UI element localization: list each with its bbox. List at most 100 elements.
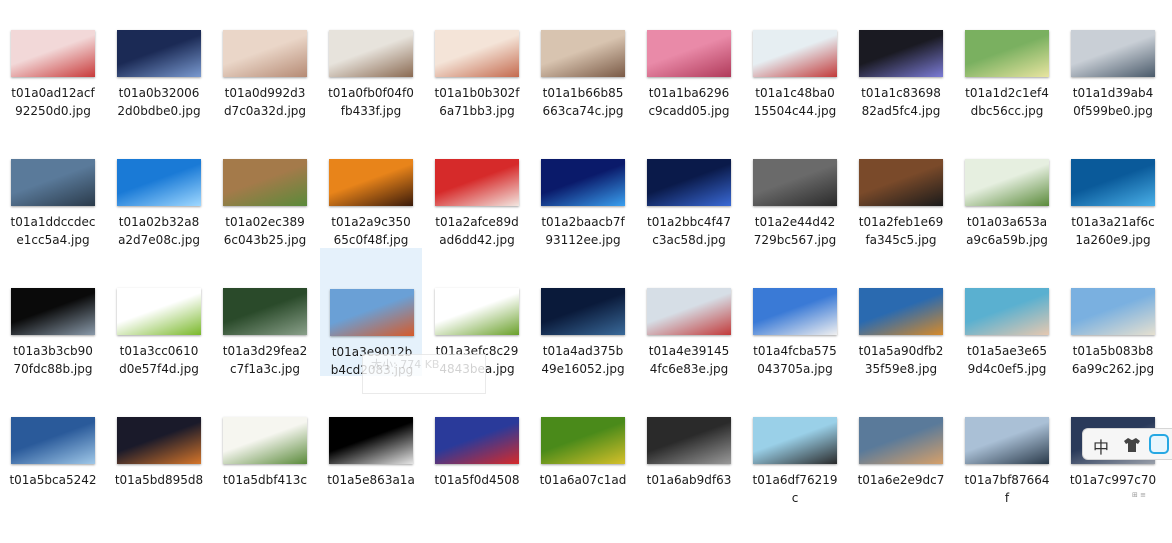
file-item[interactable]: t01a0fb0f04f0fb433f.jpg [320, 30, 422, 156]
skin-icon[interactable] [1149, 434, 1169, 454]
file-name-label: t01a5a90dfb235f59e8.jpg [858, 344, 944, 376]
image-thumbnail-icon [329, 30, 413, 77]
file-item[interactable]: t01a3a21af6c1a260e9.jpg [1062, 159, 1164, 285]
file-item[interactable]: t01a02b32a8a2d7e08c.jpg [108, 159, 210, 285]
file-name-label: t01a2baacb7f93112ee.jpg [541, 215, 625, 247]
file-name-label: t01a5dbf413c [223, 473, 307, 487]
image-thumbnail-icon [223, 417, 307, 464]
image-thumbnail-icon [11, 417, 95, 464]
image-thumbnail-icon [435, 30, 519, 77]
file-name-label: t01a1c48ba015504c44.jpg [753, 86, 837, 118]
file-item[interactable]: t01a1b0b302f6a71bb3.jpg [426, 30, 528, 156]
file-item[interactable]: t01a6ab9df63 [638, 417, 740, 543]
file-name-label: t01a1ddccdece1cc5a4.jpg [10, 215, 96, 247]
file-name-label: t01a5f0d4508 [434, 473, 520, 487]
image-thumbnail-icon [859, 417, 943, 464]
file-name-label: t01a02ec3896c043b25.jpg [223, 215, 307, 247]
file-name-label: t01a03a653aa9c6a59b.jpg [966, 215, 1048, 247]
file-item[interactable]: t01a1ba6296c9cadd05.jpg [638, 30, 740, 156]
file-item[interactable]: t01a5bca5242 [2, 417, 104, 543]
file-name-label: t01a0ad12acf92250d0.jpg [11, 86, 95, 118]
file-item[interactable]: t01a2feb1e69fa345c5.jpg [850, 159, 952, 285]
image-thumbnail-icon [647, 288, 731, 335]
image-thumbnail-icon [1071, 159, 1155, 206]
file-item[interactable]: t01a5a90dfb235f59e8.jpg [850, 288, 952, 414]
file-name-label: t01a1c8369882ad5fc4.jpg [861, 86, 941, 118]
image-thumbnail-icon [541, 417, 625, 464]
image-thumbnail-icon [859, 288, 943, 335]
file-item[interactable]: t01a2bbc4f47c3ac58d.jpg [638, 159, 740, 285]
file-name-label: t01a0d992d3d7c0a32d.jpg [223, 86, 307, 118]
file-name-label: t01a3cc0610d0e57f4d.jpg [119, 344, 199, 376]
image-thumbnail-icon [11, 159, 95, 206]
image-thumbnail-icon [753, 30, 837, 77]
file-name-label: t01a0fb0f04f0fb433f.jpg [328, 86, 414, 118]
file-item[interactable]: t01a5e863a1a [320, 417, 422, 543]
file-item[interactable]: t01a3efc8c294843bea.jpg [426, 288, 528, 414]
file-item[interactable]: t01a7bf87664f [956, 417, 1058, 543]
file-item[interactable]: t01a5dbf413c [214, 417, 316, 543]
file-item[interactable]: t01a0d992d3d7c0a32d.jpg [214, 30, 316, 156]
file-item[interactable]: t01a1c8369882ad5fc4.jpg [850, 30, 952, 156]
image-thumbnail-icon [435, 288, 519, 335]
file-item[interactable]: t01a1b66b85663ca74c.jpg [532, 30, 634, 156]
file-item[interactable]: t01a5ae3e659d4c0ef5.jpg [956, 288, 1058, 414]
file-name-label: t01a02b32a8a2d7e08c.jpg [118, 215, 200, 247]
file-item[interactable]: t01a6a07c1ad [532, 417, 634, 543]
file-name-label: t01a1d39ab40f599be0.jpg [1072, 86, 1154, 118]
file-grid: t01a0ad12acf92250d0.jpg t01a0b320062d0bdb… [0, 0, 1172, 505]
ime-language-toggle[interactable]: 中 [1093, 434, 1109, 458]
image-thumbnail-icon [329, 159, 413, 206]
file-item[interactable]: t01a02ec3896c043b25.jpg [214, 159, 316, 285]
image-thumbnail-icon [647, 417, 731, 464]
file-item[interactable]: t01a5f0d4508 [426, 417, 528, 543]
file-item[interactable]: t01a5b083b86a99c262.jpg [1062, 288, 1164, 414]
image-thumbnail-icon [753, 288, 837, 335]
image-thumbnail-icon [647, 159, 731, 206]
file-item[interactable]: t01a6e2e9dc7 [850, 417, 952, 543]
file-name-label: t01a2a9c35065c0f48f.jpg [331, 215, 411, 247]
file-item[interactable]: t01a0b320062d0bdbe0.jpg [108, 30, 210, 156]
image-thumbnail-icon [11, 30, 95, 77]
file-item[interactable]: t01a0ad12acf92250d0.jpg [2, 30, 104, 156]
file-item[interactable]: t01a3b3cb9070fdc88b.jpg [2, 288, 104, 414]
file-item[interactable]: t01a3cc0610d0e57f4d.jpg [108, 288, 210, 414]
file-name-label: t01a1b0b302f6a71bb3.jpg [434, 86, 520, 118]
file-name-label: t01a3b3cb9070fdc88b.jpg [13, 344, 93, 376]
file-name-label: t01a4e391454fc6e83e.jpg [648, 344, 730, 376]
file-item[interactable]: t01a1c48ba015504c44.jpg [744, 30, 846, 156]
file-name-label: t01a7c997c70 [1069, 473, 1157, 487]
image-thumbnail-icon [541, 30, 625, 77]
file-name-label: t01a1d2c1ef4dbc56cc.jpg [965, 86, 1049, 118]
file-tooltip: 大小: 774 KB [362, 354, 486, 394]
file-item[interactable]: t01a1ddccdece1cc5a4.jpg [2, 159, 104, 285]
file-name-label: t01a1b66b85663ca74c.jpg [542, 86, 624, 118]
file-item[interactable]: t01a2e44d42729bc567.jpg [744, 159, 846, 285]
file-item[interactable]: t01a4fcba575043705a.jpg [744, 288, 846, 414]
file-name-label: t01a2bbc4f47c3ac58d.jpg [647, 215, 731, 247]
image-thumbnail-icon [965, 159, 1049, 206]
file-name-label: t01a2afce89dad6dd42.jpg [435, 215, 519, 247]
file-item[interactable]: t01a2afce89dad6dd42.jpg [426, 159, 528, 285]
file-name-label: t01a3d29fea2c7f1a3c.jpg [222, 344, 308, 376]
file-item[interactable]: t01a1d39ab40f599be0.jpg [1062, 30, 1164, 156]
file-item[interactable]: t01a5bd895d8 [108, 417, 210, 543]
file-item[interactable]: t01a2baacb7f93112ee.jpg [532, 159, 634, 285]
file-name-label: t01a4fcba575043705a.jpg [753, 344, 837, 376]
shirt-icon[interactable] [1123, 437, 1141, 457]
file-item[interactable]: t01a1d2c1ef4dbc56cc.jpg [956, 30, 1058, 156]
image-thumbnail-icon [223, 159, 307, 206]
file-item[interactable]: t01a4ad375b49e16052.jpg [532, 288, 634, 414]
file-name-label: t01a5b083b86a99c262.jpg [1071, 344, 1155, 376]
ime-toolbar[interactable]: 中 [1082, 428, 1172, 460]
tooltip-line2: 大小: 774 KB [371, 358, 440, 371]
file-item[interactable]: t01a3d29fea2c7f1a3c.jpg [214, 288, 316, 414]
file-item[interactable]: t01a6df76219c [744, 417, 846, 543]
file-name-label: t01a1ba6296c9cadd05.jpg [648, 86, 730, 118]
file-name-label: t01a4ad375b49e16052.jpg [541, 344, 625, 376]
file-item[interactable]: t01a4e391454fc6e83e.jpg [638, 288, 740, 414]
image-thumbnail-icon [223, 288, 307, 335]
image-thumbnail-icon [329, 417, 413, 464]
file-name-label: t01a0b320062d0bdbe0.jpg [117, 86, 201, 118]
file-item[interactable]: t01a03a653aa9c6a59b.jpg [956, 159, 1058, 285]
